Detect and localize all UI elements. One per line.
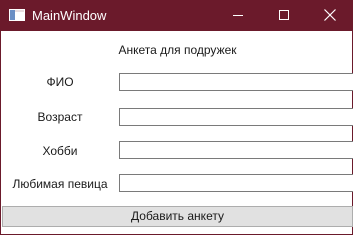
age-input[interactable] [119,108,353,126]
label-age: Возраст [37,110,83,124]
fio-input[interactable] [119,73,353,91]
title-bar[interactable]: MainWindow [1,0,352,31]
label-fio: ФИО [46,75,74,89]
app-window-icon [9,9,25,21]
label-hobby: Хобби [42,144,78,158]
favorite-singer-input[interactable] [119,174,353,192]
close-icon [324,9,336,21]
minimize-icon [233,15,243,16]
label-favorite-singer: Любимая певица [12,177,108,191]
minimize-button[interactable] [215,0,261,31]
form-heading: Анкета для подружек [118,43,237,57]
window-title: MainWindow [32,8,107,23]
maximize-icon [279,10,289,20]
main-window: MainWindow Анкета для подружек ФИО Возра… [0,0,353,235]
close-button[interactable] [307,0,353,31]
form-content: Анкета для подружек ФИО Возраст Хобби Лю… [2,31,353,234]
hobby-input[interactable] [119,141,353,159]
add-form-button[interactable]: Добавить анкету [2,206,353,227]
maximize-button[interactable] [261,0,307,31]
